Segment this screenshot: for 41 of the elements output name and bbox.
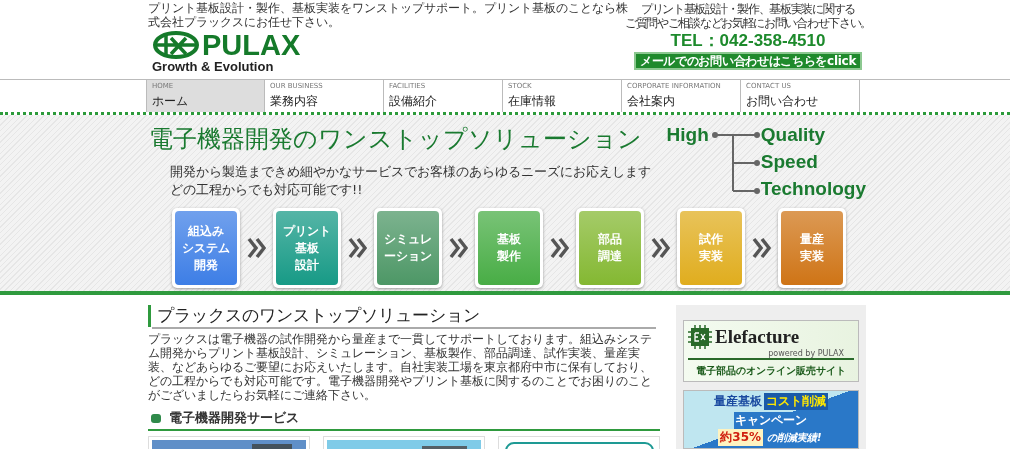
- chevron-icon: [449, 237, 468, 259]
- process-step: 試作 実装: [680, 211, 742, 285]
- logo-icon: [152, 30, 200, 60]
- chevron-icon: [651, 237, 670, 259]
- process-step: シミュレ ーション: [377, 211, 439, 285]
- section-heading: プラックスのワンストップソリューション: [148, 305, 660, 327]
- bullet-icon: [151, 413, 161, 423]
- hero-subtitle: どの工程からでも対応可能です!!: [170, 181, 364, 199]
- phone-number: TEL：042-358-4510: [670, 31, 826, 51]
- process-step: 基板 製作: [478, 211, 540, 285]
- tree-label: Quality: [760, 123, 827, 147]
- tree-label: Technology: [760, 177, 866, 201]
- banner-title: Elefacture: [715, 326, 800, 348]
- banner-caption: 電子部品のオンライン販売サイト: [695, 364, 847, 378]
- subsection-heading: 電子機器開発サービス: [169, 409, 299, 427]
- logo-wordmark: PULAX: [202, 31, 301, 59]
- banner-subtitle: powered by PULAX: [688, 349, 854, 360]
- chevron-icon: [247, 237, 266, 259]
- chevron-icon: [550, 237, 569, 259]
- mail-contact-button[interactable]: メールでのお問い合わせはこちらをclick: [634, 52, 862, 70]
- chip-icon: [688, 325, 712, 349]
- chevron-icon: [348, 237, 367, 259]
- logo-slogan: Growth & Evolution: [152, 60, 275, 74]
- process-step: 部品 調達: [579, 211, 641, 285]
- tree-label: Speed: [760, 150, 819, 174]
- banner-text: キャンペーン: [734, 412, 808, 429]
- intro-paragraph: プラックスは電子機器の試作開発から量産まで一貫してサポートしております。組込みシステム開発からプリント基板設計、シミュレーション、基板製作、部品調達、試作実装、量産実装、などあらゆるご要望にお応えいたします。自社実装工場を東京都府中市に保有しており、どの工程からでも対応可能です。電子機器開発やプリント基板に関するのことでお困りのことがございましたらお気軽にご連絡下さい。: [148, 332, 653, 402]
- banner-text: の削減実績!: [765, 430, 824, 445]
- banner-text: コスト削減: [764, 393, 828, 410]
- process-step: 組込み システム 開発: [175, 211, 237, 285]
- campaign-banner[interactable]: 量産基板 コスト削減 キャンペーン 約35% の削減実績!: [683, 390, 859, 449]
- chevron-icon: [752, 237, 771, 259]
- elefacture-banner[interactable]: Elefacture powered by PULAX 電子部品のオンライン販売サイト: [683, 320, 859, 382]
- banner-text: 約35%: [718, 429, 764, 446]
- process-step: プリント 基板 設計: [276, 211, 338, 285]
- hero-title: 電子機器開発のワンストップソリューション: [149, 124, 643, 155]
- hero-subtitle: 開発から製造まできめ細やかなサービスでお客様のあらゆるニーズにお応えします: [170, 163, 651, 181]
- process-step: 量産 実装: [781, 211, 843, 285]
- tree-label: High: [666, 123, 709, 147]
- contact-text: プリント基板設計・製作、基板実装に関する: [641, 2, 855, 16]
- banner-text: 量産基板: [714, 393, 762, 410]
